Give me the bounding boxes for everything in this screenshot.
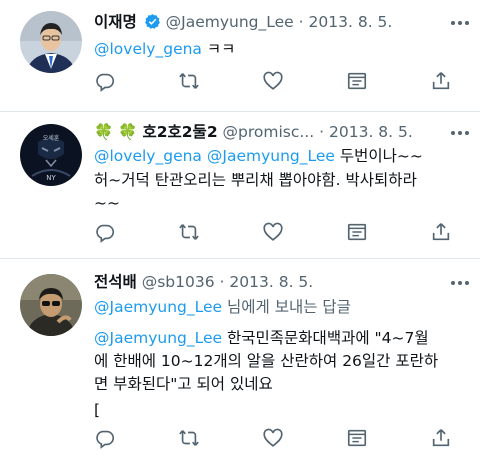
tweet-body-line-2: 에 한배에 10~12개의 알을 산란하여 26일간 포란하 (94, 352, 439, 370)
more-options-icon[interactable] (449, 275, 471, 295)
like-icon[interactable] (262, 70, 286, 94)
reply-context-text: 님에게 보내는 답글 (227, 298, 351, 316)
share-icon[interactable] (430, 427, 454, 451)
tweet-actions (94, 221, 454, 245)
tweet-header: 🍀 🍀 호2호2둘2 @promisc... · 2013. 8. 5. (94, 121, 413, 143)
more-options-icon[interactable] (449, 125, 471, 145)
avatar[interactable]: 오세훈 NY (20, 124, 82, 186)
author-handle[interactable]: @Jaemyung_Lee (166, 13, 294, 31)
share-icon[interactable] (430, 70, 454, 94)
author-handle[interactable]: @sb1036 (142, 273, 215, 291)
bookmark-icon[interactable] (346, 221, 370, 245)
more-options-icon[interactable] (449, 15, 471, 35)
bookmark-icon[interactable] (346, 70, 370, 94)
tweet-body-line-1: @Jaemyung_Lee 한국민족문화대백과에 "4~7월 (94, 327, 429, 349)
clover-icon: 🍀 🍀 (94, 123, 138, 141)
mention-link[interactable]: @Jaemyung_Lee (207, 147, 335, 165)
reply-mention-link[interactable]: @Jaemyung_Lee (94, 298, 222, 316)
tweet-body: @lovely_gena ㅋㅋ (94, 38, 235, 60)
tweet-body-line-3: ~~ (94, 194, 120, 212)
author-name[interactable]: 전석배 (94, 273, 137, 291)
avatar-text-bottom: NY (46, 174, 56, 182)
tweet-text: ㅋㅋ (206, 40, 236, 58)
separator-dot: · (219, 273, 225, 291)
tweet-body-line-1: @lovely_gena @Jaemyung_Lee 두번이나~~ (94, 145, 423, 167)
tweet-text: 두번이나~~ (339, 147, 423, 165)
separator-dot: · (298, 13, 304, 31)
avatar[interactable] (20, 274, 82, 336)
tweet-body-line-2: 허~거덕 탄관오리는 뿌리채 뽑아야함. 박사퇴하라 (94, 171, 417, 189)
reply-icon[interactable] (94, 221, 118, 245)
tweet-actions (94, 70, 454, 94)
bookmark-icon[interactable] (346, 427, 370, 451)
retweet-icon[interactable] (178, 70, 202, 94)
author-name[interactable]: 호2호2둘2 (142, 123, 217, 141)
tweet-actions (94, 427, 454, 451)
tweet-3[interactable]: 전석배 @sb1036 · 2013. 8. 5. @Jaemyung_Lee … (0, 259, 480, 462)
avatar[interactable] (20, 11, 82, 73)
tweet-date[interactable]: 2013. 8. 5. (329, 123, 413, 141)
tweet-2[interactable]: 오세훈 NY 🍀 🍀 호2호2둘2 @promisc... · 2013. 8.… (0, 112, 480, 258)
like-icon[interactable] (262, 427, 286, 451)
tweet-header: 이재명 @Jaemyung_Lee · 2013. 8. 5. (94, 11, 392, 36)
avatar-text-top: 오세훈 (43, 134, 60, 142)
tweet-text: 한국민족문화대백과에 "4~7월 (227, 329, 429, 347)
tweet-body-line-3: 면 부화된다"고 되어 있네요 (94, 375, 273, 393)
author-handle[interactable]: @promisc... (223, 123, 315, 141)
tweet-header: 전석배 @sb1036 · 2013. 8. 5. (94, 271, 313, 293)
retweet-icon[interactable] (178, 427, 202, 451)
reply-icon[interactable] (94, 427, 118, 451)
mention-link[interactable]: @lovely_gena (94, 147, 202, 165)
separator-dot: · (319, 123, 325, 141)
reply-context: @Jaemyung_Lee 님에게 보내는 답글 (94, 296, 351, 318)
share-icon[interactable] (430, 221, 454, 245)
tweet-1[interactable]: 이재명 @Jaemyung_Lee · 2013. 8. 5. @lovely_… (0, 0, 480, 111)
tweet-date[interactable]: 2013. 8. 5. (309, 13, 393, 31)
author-name[interactable]: 이재명 (94, 13, 137, 31)
reply-icon[interactable] (94, 70, 118, 94)
tweet-body-line-4: [ (94, 401, 101, 419)
mention-link[interactable]: @lovely_gena (94, 40, 202, 58)
mention-link[interactable]: @Jaemyung_Lee (94, 329, 222, 347)
verified-badge-icon (144, 13, 161, 36)
like-icon[interactable] (262, 221, 286, 245)
retweet-icon[interactable] (178, 221, 202, 245)
tweet-date[interactable]: 2013. 8. 5. (229, 273, 313, 291)
